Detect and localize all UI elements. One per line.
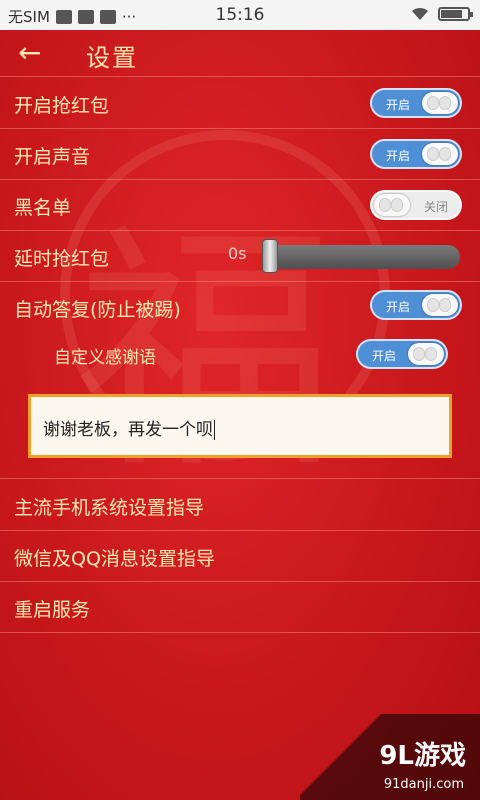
status-bar: 无SIM ··· 15:16 [0, 0, 480, 30]
watermark-site: 91danji.com [383, 777, 464, 792]
setting-row-grab-red-packet: 开启抢红包 开启 [0, 78, 480, 129]
setting-label: 延时抢红包 [14, 248, 110, 270]
grab-red-packet-toggle[interactable]: 开启 [370, 88, 462, 118]
toggle-state-label: 关闭 [423, 200, 448, 214]
link-label: 主流手机系统设置指导 [14, 497, 205, 519]
toggle-state-label: 开启 [386, 149, 411, 163]
setting-row-auto-reply: 自动答复(防止被踢) 开启 [0, 282, 480, 332]
site-watermark: 9L游戏 91danji.com [300, 714, 480, 800]
toggle-knob [422, 143, 458, 165]
delay-value: 0s [228, 244, 247, 263]
toggle-knob [408, 343, 444, 365]
toggle-state-label: 开启 [386, 300, 411, 314]
link-restart-service[interactable]: 重启服务 [0, 582, 480, 633]
custom-thanks-toggle[interactable]: 开启 [356, 339, 448, 369]
setting-row-sound: 开启声音 开启 [0, 129, 480, 180]
setting-label: 自定义感谢语 [54, 348, 156, 368]
thanks-message-text: 谢谢老板，再发一个呗 [43, 415, 215, 440]
link-phone-guide[interactable]: 主流手机系统设置指导 [0, 480, 480, 531]
setting-label: 自动答复(防止被踢) [14, 299, 181, 321]
sound-toggle[interactable]: 开启 [370, 139, 462, 169]
blacklist-toggle[interactable]: 关闭 [370, 190, 462, 220]
toggle-knob [422, 92, 458, 114]
clock: 15:16 [215, 5, 265, 25]
thanks-message-input[interactable]: 谢谢老板，再发一个呗 [28, 394, 452, 458]
setting-label: 开启抢红包 [14, 95, 110, 117]
thanks-message-value: 谢谢老板，再发一个呗 [43, 420, 213, 440]
arrow-left-icon: ← [18, 36, 42, 69]
setting-label: 黑名单 [14, 197, 72, 219]
delay-slider-thumb[interactable] [262, 239, 278, 273]
wifi-icon [412, 7, 428, 20]
app-header: ← 设置 [0, 30, 480, 77]
delay-slider-track[interactable] [262, 245, 460, 269]
page-title: 设置 [86, 44, 138, 72]
toggle-state-label: 开启 [372, 349, 397, 363]
setting-row-delay: 延时抢红包 0s [0, 231, 480, 282]
setting-row-blacklist: 黑名单 关闭 [0, 180, 480, 231]
auto-reply-toggle[interactable]: 开启 [370, 290, 462, 320]
link-label: 重启服务 [14, 599, 91, 621]
watermark-brand: 9L游戏 [379, 741, 466, 771]
link-label: 微信及QQ消息设置指导 [14, 548, 215, 570]
divider [0, 478, 480, 479]
text-caret [214, 420, 215, 440]
toggle-state-label: 开启 [386, 98, 411, 112]
setting-row-custom-thanks: 自定义感谢语 开启 [0, 330, 480, 380]
toggle-knob [374, 194, 410, 216]
toggle-knob [422, 294, 458, 316]
back-button[interactable]: ← [18, 36, 41, 69]
setting-label: 开启声音 [14, 146, 91, 168]
battery-icon [438, 7, 473, 21]
link-wechat-qq-guide[interactable]: 微信及QQ消息设置指导 [0, 531, 480, 582]
